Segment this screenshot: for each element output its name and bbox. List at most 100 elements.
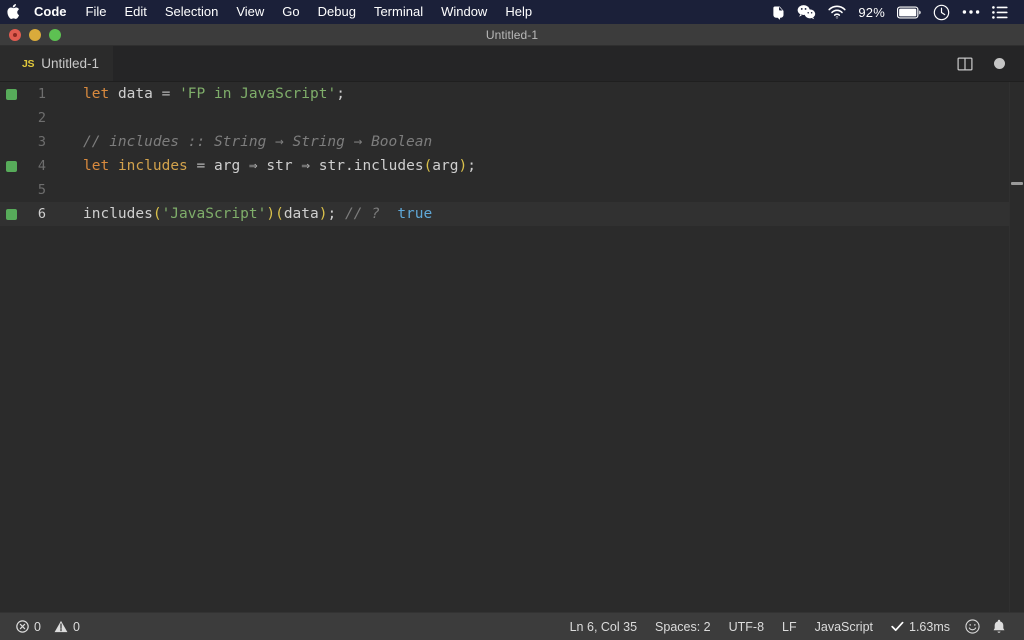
wifi-icon[interactable] — [828, 0, 846, 24]
code-token: includes — [117, 158, 188, 174]
gutter-live-value-marker — [6, 209, 17, 220]
menu-item-view[interactable]: View — [227, 0, 273, 24]
line-number: 2 — [37, 110, 46, 126]
code-token: data — [117, 86, 153, 102]
editor-actions — [956, 46, 1024, 81]
check-icon — [891, 621, 904, 632]
window-title: Untitled-1 — [485, 27, 539, 42]
code-token: // includes :: String → String → Boolean — [83, 134, 433, 150]
smiley-icon — [965, 619, 980, 634]
minimize-button[interactable] — [29, 28, 41, 41]
status-language-mode[interactable]: JavaScript — [806, 613, 882, 640]
code-token: str — [266, 158, 293, 174]
status-feedback[interactable] — [959, 613, 986, 640]
menu-item-help[interactable]: Help — [496, 0, 541, 24]
code-token: ⇒ — [248, 158, 258, 174]
menu-bar-items: Code File Edit Selection View Go Debug T… — [0, 0, 541, 24]
code-token: ) — [458, 158, 468, 174]
status-cursor-position[interactable]: Ln 6, Col 35 — [561, 613, 646, 640]
code-token: ; — [336, 86, 345, 102]
line-number: 3 — [37, 134, 46, 150]
window-titlebar: Untitled-1 — [0, 24, 1024, 46]
status-runtime[interactable]: 1.63ms — [882, 613, 959, 640]
menu-item-debug[interactable]: Debug — [309, 0, 365, 24]
code-line-3[interactable]: 3 // includes :: String → String → Boolea… — [0, 130, 1024, 154]
runtime-time-label: 1.63ms — [909, 619, 950, 634]
maximize-button[interactable] — [49, 28, 61, 41]
unsaved-dot-icon[interactable] — [990, 55, 1008, 73]
code-token: ( — [152, 206, 162, 222]
code-line-5[interactable]: 5 — [0, 178, 1024, 202]
apple-logo-icon[interactable] — [0, 3, 26, 21]
split-editor-icon[interactable] — [956, 55, 974, 73]
line-number: 5 — [37, 182, 46, 198]
tab-untitled-1[interactable]: JS Untitled-1 — [0, 46, 114, 81]
overview-ruler-scrollbar[interactable] — [1009, 82, 1024, 612]
status-problems[interactable]: 0 0 — [10, 613, 86, 640]
code-token: let — [83, 158, 110, 174]
code-text: let data = 'FP in JavaScript'; — [62, 82, 1024, 106]
code-token: arg — [213, 158, 241, 174]
code-token: ( — [423, 158, 433, 174]
code-editor[interactable]: 1 let data = 'FP in JavaScript'; 2 3 // incl… — [0, 82, 1024, 612]
status-bar-left: 0 0 — [0, 613, 86, 640]
menu-item-selection[interactable]: Selection — [156, 0, 227, 24]
status-indentation[interactable]: Spaces: 2 — [646, 613, 720, 640]
warning-count: 0 — [72, 619, 80, 634]
close-button[interactable] — [9, 28, 21, 41]
code-text: includes('JavaScript')(data); // ? true — [62, 202, 1024, 226]
macos-menu-bar: Code File Edit Selection View Go Debug T… — [0, 0, 1024, 24]
code-token: // ? — [344, 206, 380, 222]
code-token: 'FP in JavaScript' — [179, 86, 337, 102]
status-bar-right: Ln 6, Col 35 Spaces: 2 UTF-8 LF JavaScri… — [561, 613, 1024, 640]
code-token: ( — [275, 206, 284, 222]
code-token: ; — [327, 206, 337, 222]
ellipsis-icon[interactable] — [962, 0, 980, 24]
code-line-2[interactable]: 2 — [0, 106, 1024, 130]
code-token: true — [397, 206, 433, 222]
code-token: ⇒ — [301, 158, 311, 174]
list-icon[interactable] — [992, 0, 1008, 24]
code-line-6[interactable]: 6 includes('JavaScript')(data); // ? true — [0, 202, 1024, 226]
code-token: ; — [467, 158, 476, 174]
tab-label: Untitled-1 — [41, 56, 100, 71]
traffic-lights — [0, 28, 61, 41]
code-token: let — [83, 86, 110, 102]
code-text: let includes = arg ⇒ str ⇒ str.includes(… — [62, 154, 1024, 178]
menu-item-edit[interactable]: Edit — [115, 0, 155, 24]
evernote-icon[interactable] — [770, 0, 785, 24]
status-notifications[interactable] — [986, 613, 1012, 640]
error-circle-icon — [16, 620, 29, 633]
menu-item-file[interactable]: File — [77, 0, 116, 24]
status-bar: 0 0 Ln 6, Col 35 Spaces: 2 UTF-8 LF Java… — [0, 612, 1024, 640]
code-token: data — [283, 206, 319, 222]
code-line-4[interactable]: 4 let includes = arg ⇒ str ⇒ str.includes… — [0, 154, 1024, 178]
code-line-1[interactable]: 1 let data = 'FP in JavaScript'; — [0, 82, 1024, 106]
code-token: 'JavaScript' — [161, 206, 267, 222]
wechat-icon[interactable] — [797, 0, 816, 24]
code-text: // includes :: String → String → Boolean — [62, 130, 1024, 154]
scrollbar-thumb[interactable] — [1011, 182, 1023, 185]
vscode-window: Code File Edit Selection View Go Debug T… — [0, 0, 1024, 640]
battery-icon[interactable] — [897, 0, 921, 24]
status-encoding[interactable]: UTF-8 — [720, 613, 773, 640]
error-count: 0 — [34, 619, 41, 634]
code-token: includes — [83, 206, 153, 222]
menu-item-window[interactable]: Window — [432, 0, 496, 24]
menu-item-go[interactable]: Go — [273, 0, 308, 24]
clock-icon[interactable] — [933, 0, 950, 24]
menu-item-code[interactable]: Code — [26, 0, 77, 24]
menu-item-terminal[interactable]: Terminal — [365, 0, 432, 24]
javascript-file-icon: JS — [22, 57, 35, 70]
code-lines-container: 1 let data = 'FP in JavaScript'; 2 3 // incl… — [0, 82, 1024, 612]
gutter-live-value-marker — [6, 161, 17, 172]
bell-icon — [992, 619, 1006, 634]
status-eol[interactable]: LF — [773, 613, 806, 640]
